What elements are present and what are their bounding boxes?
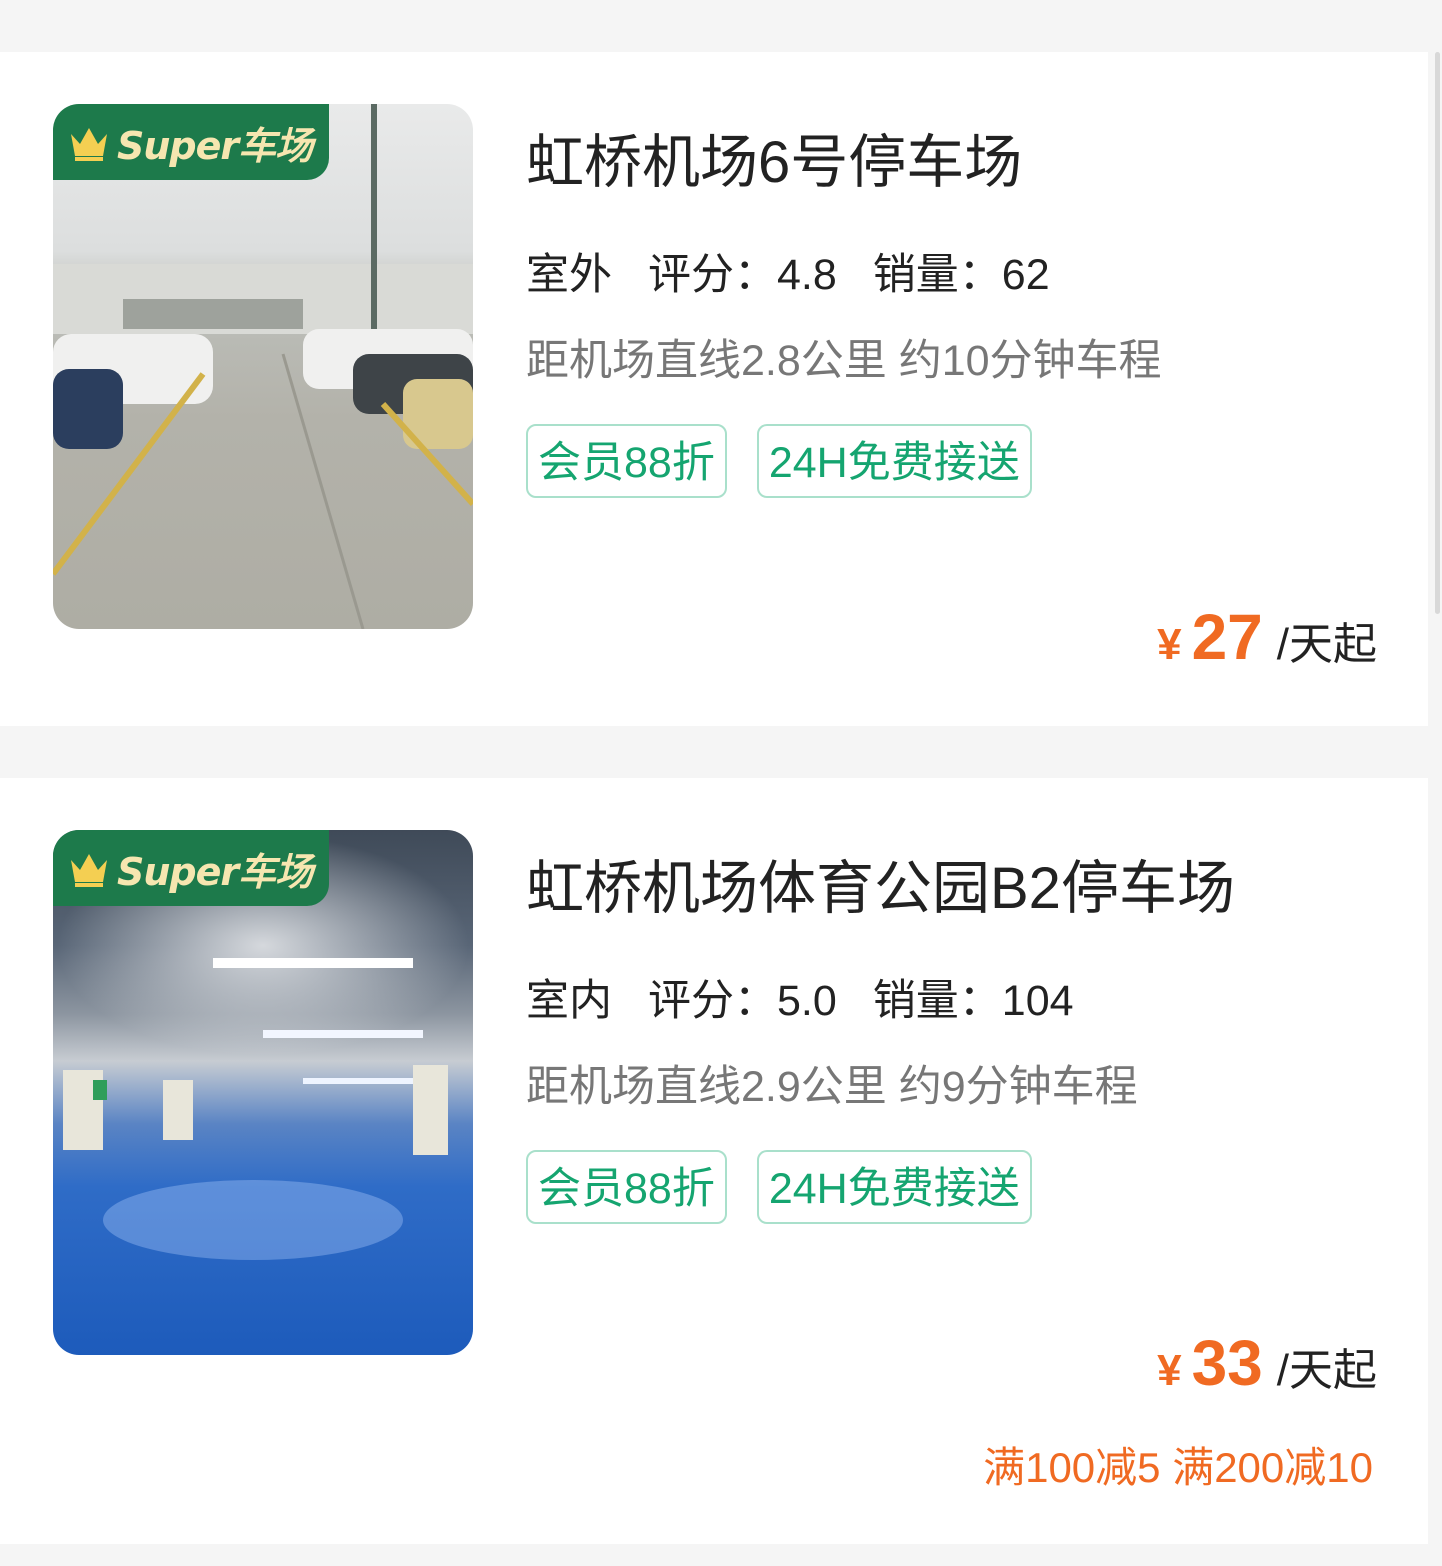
rating-label: 评分： [648,977,777,1025]
scrollbar-thumb[interactable] [1435,52,1440,614]
currency-symbol: ¥ [1157,620,1182,669]
lot-type-tag: 室内 [524,966,614,1028]
benefit-tags: 会员88折 24H免费接送 [526,424,1062,498]
distance-info: 距机场直线2.8公里 约10分钟车程 [526,337,1162,385]
sales-value: 62 [1001,251,1050,299]
scrollbar[interactable] [1428,52,1442,1566]
rating-label: 评分： [648,251,777,299]
price-unit: /天起 [1276,620,1377,669]
parking-lot-photo[interactable]: Super车场 [53,104,473,629]
super-lot-badge: Super车场 [53,104,329,180]
sales: 销量：104 [873,966,1074,1028]
lot-type-label: 室内 [526,977,612,1025]
sales-label: 销量： [872,977,1002,1025]
price: ¥ 27 /天起 [1157,600,1377,674]
outdoor-lot-image [53,104,473,629]
parking-lot-card[interactable]: Super车场 虹桥机场6号停车场 室外 评分：4.8 销量：62 距机场直线2… [0,52,1428,726]
parking-lot-name[interactable]: 虹桥机场体育公园B2停车场 [526,841,1235,925]
currency-symbol: ¥ [1157,1346,1182,1395]
member-discount-tag: 会员88折 [526,424,727,498]
benefit-tags: 会员88折 24H免费接送 [526,1150,1062,1224]
shuttle-tag: 24H免费接送 [756,1150,1032,1224]
sales: 销量：62 [873,240,1050,302]
crown-icon [71,854,107,887]
parking-lot-photo[interactable]: Super车场 [53,830,473,1355]
badge-label: Super车场 [117,123,313,168]
crown-icon [71,128,107,161]
rating-value: 5.0 [777,977,837,1025]
lot-type-tag: 室外 [524,240,614,302]
parking-lot-card[interactable]: Super车场 虹桥机场体育公园B2停车场 室内 评分：5.0 销量：104 距… [0,778,1428,1544]
parking-lot-name[interactable]: 虹桥机场6号停车场 [526,115,1022,199]
rating: 评分：4.8 [648,240,837,302]
rating: 评分：5.0 [648,966,837,1028]
parking-lot-meta: 室外 评分：4.8 销量：62 [524,240,1086,302]
shuttle-tag: 24H免费接送 [756,424,1032,498]
super-lot-badge: Super车场 [53,830,329,906]
sales-label: 销量： [872,251,1002,299]
price-amount: 33 [1191,1327,1263,1399]
parking-lot-meta: 室内 评分：5.0 销量：104 [524,966,1110,1028]
parking-lot-list: Super车场 虹桥机场6号停车场 室外 评分：4.8 销量：62 距机场直线2… [0,0,1442,1566]
sales-value: 104 [1001,977,1074,1025]
promo-text: 满100减5 满200减10 [983,1444,1373,1491]
distance-info: 距机场直线2.9公里 约9分钟车程 [526,1063,1138,1111]
price-amount: 27 [1191,601,1263,673]
price-unit: /天起 [1276,1346,1377,1395]
member-discount-tag: 会员88折 [526,1150,727,1224]
lot-type-label: 室外 [526,251,612,299]
rating-value: 4.8 [777,251,837,299]
indoor-lot-image [53,830,473,1355]
price: ¥ 33 /天起 [1157,1326,1377,1400]
badge-label: Super车场 [117,849,313,894]
